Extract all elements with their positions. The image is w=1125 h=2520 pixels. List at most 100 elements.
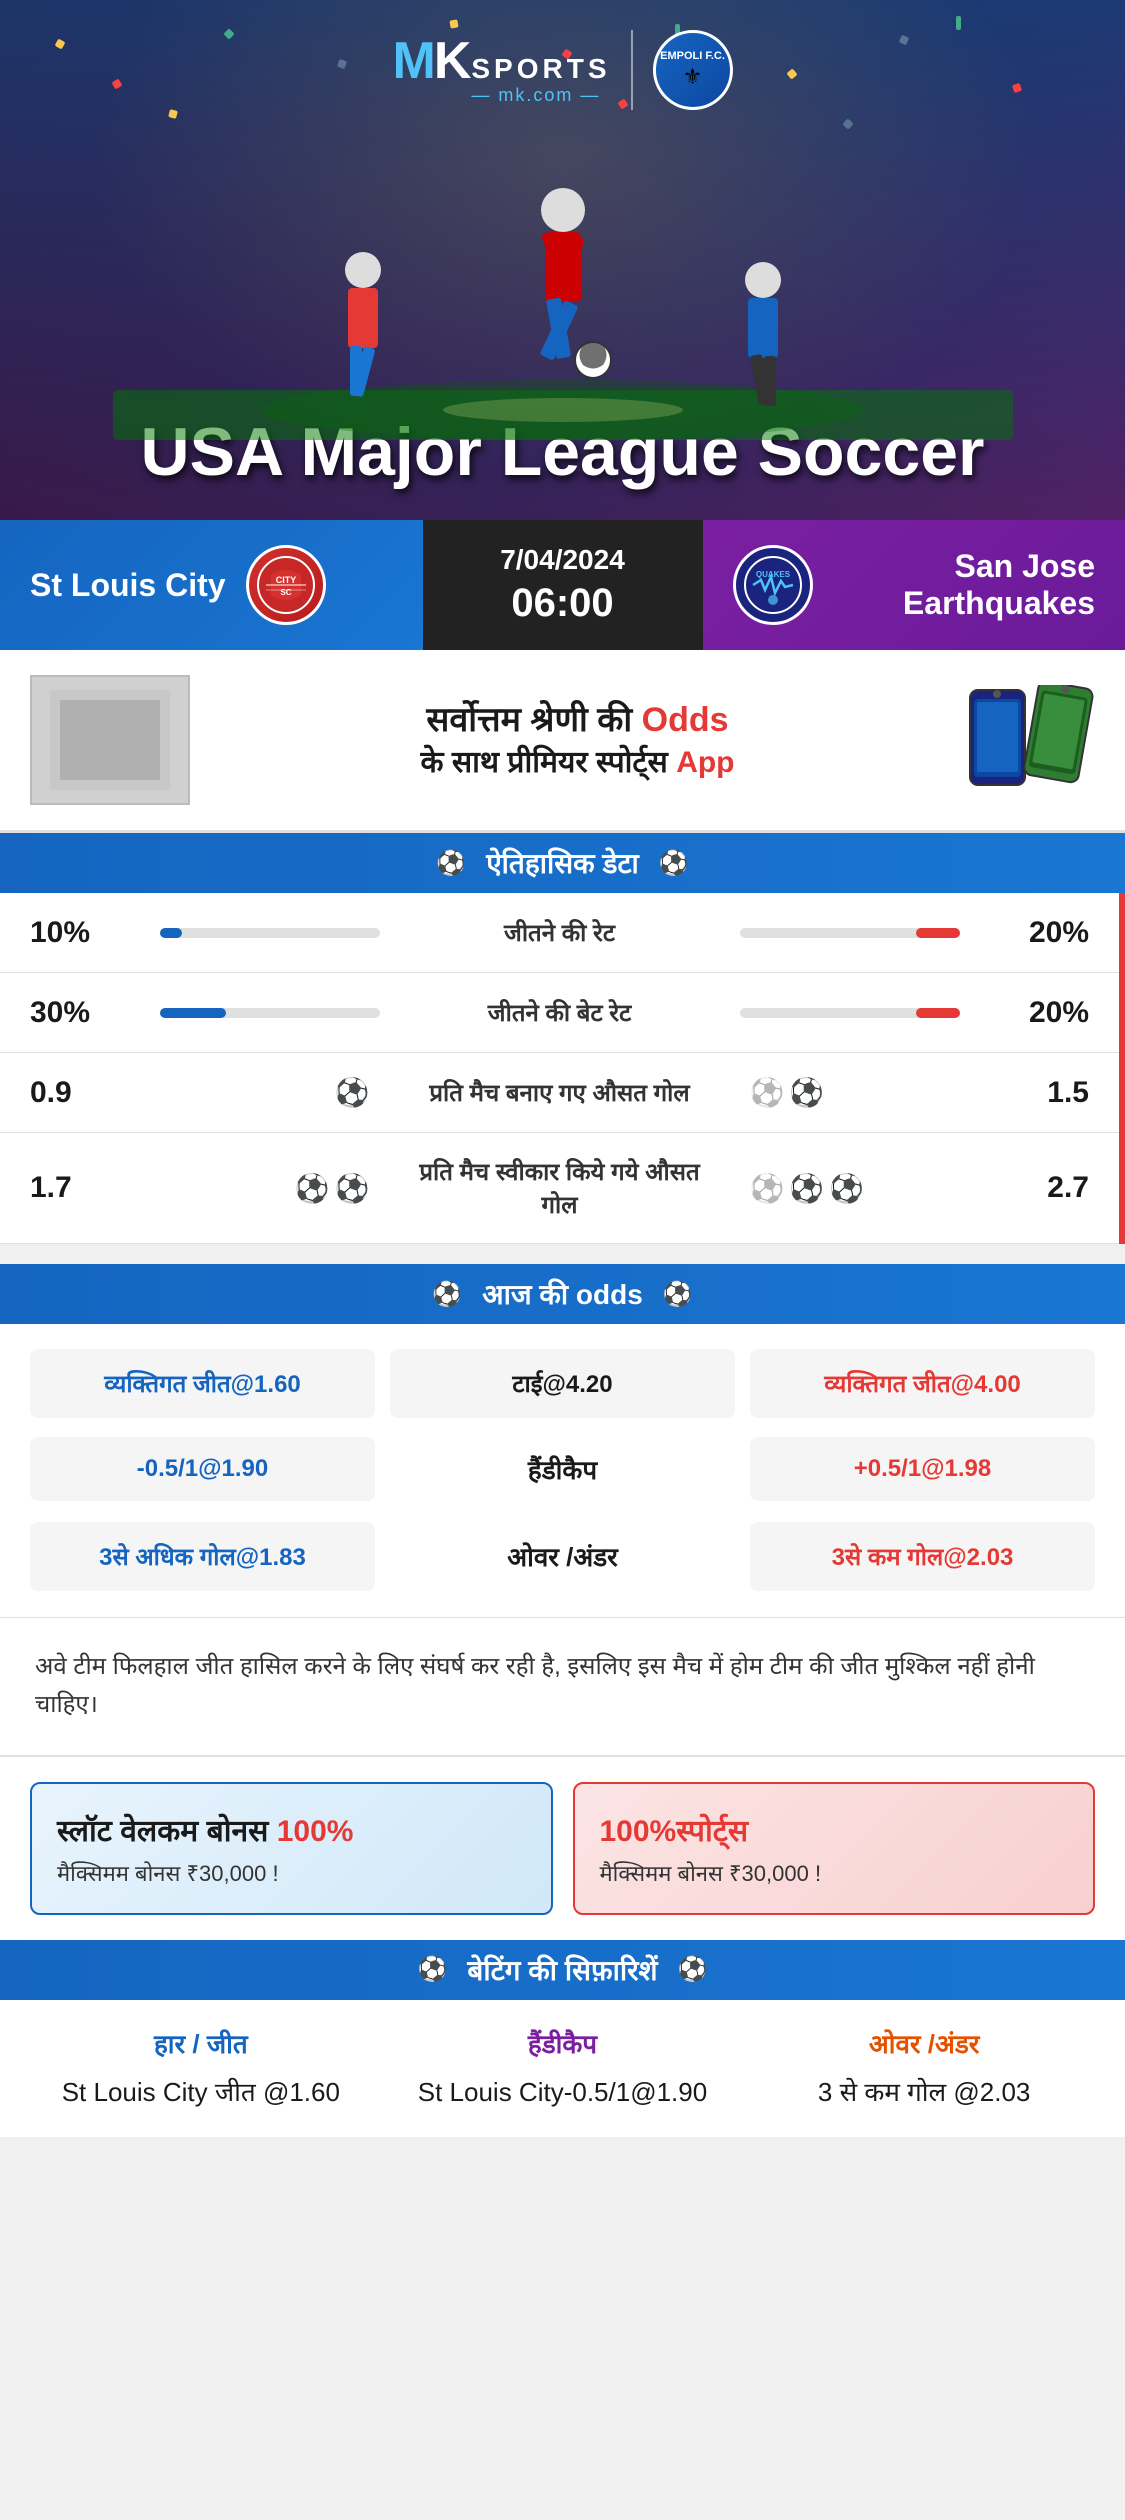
promo-banner[interactable]: सर्वोत्तम श्रेणी की Odds के साथ प्रीमियर… xyxy=(0,650,1125,833)
odds-cell-left-3[interactable]: 3से अधिक गोल@1.83 xyxy=(30,1522,375,1591)
betting-grid: हार / जीत St Louis City जीत @1.60 हैंडीक… xyxy=(0,2000,1125,2137)
analysis-paragraph: अवे टीम फिलहाल जीत हासिल करने के लिए संघ… xyxy=(35,1648,1090,1725)
match-time: 06:00 xyxy=(511,581,613,626)
bet-rate-fill-red xyxy=(916,1008,960,1018)
historical-data-section: 10% जीतने की रेट 20% 30% xyxy=(0,893,1125,1244)
odds-cell-left-1[interactable]: व्यक्तिगत जीत@1.60 xyxy=(30,1349,375,1418)
header-banner: MK SPORTS — mk.com — EMPOLI F.C. ⚜ xyxy=(0,0,1125,520)
svg-text:QUAKES: QUAKES xyxy=(755,570,790,579)
avg-conceded-left: 1.7 xyxy=(30,1171,110,1205)
bet-rate-bar-left xyxy=(110,1008,400,1018)
ball-icon-4: ⚽ xyxy=(335,1172,370,1205)
betting-section: हार / जीत St Louis City जीत @1.60 हैंडीक… xyxy=(0,2000,1125,2137)
odds-cell-right-1[interactable]: व्यक्तिगत जीत@4.00 xyxy=(750,1349,1095,1418)
partner-name: EMPOLI F.C. xyxy=(660,50,725,63)
red-accent-2 xyxy=(1119,973,1125,1053)
promo-text: सर्वोत्तम श्रेणी की Odds के साथ प्रीमियर… xyxy=(210,698,945,781)
sports-text: SPORTS xyxy=(471,53,610,85)
odds-cell-center-1: टाई@4.20 xyxy=(390,1349,735,1418)
team-left-section: St Louis City CITY SC xyxy=(0,520,423,650)
odds-cell-left-2[interactable]: -0.5/1@1.90 xyxy=(30,1437,375,1501)
betting-value-3: 3 से कम गोल @2.03 xyxy=(818,2073,1030,2112)
bet-rate-right: 20% xyxy=(1009,996,1089,1030)
odds-title: आज की odds xyxy=(482,1275,643,1313)
win-rate-right: 20% xyxy=(1009,916,1089,950)
avg-conceded-balls-right: ⚽ ⚽ ⚽ xyxy=(720,1172,1010,1205)
betting-col-2: हैंडीकैप St Louis City-0.5/1@1.90 xyxy=(392,2025,734,2112)
betting-value-2: St Louis City-0.5/1@1.90 xyxy=(418,2073,707,2112)
win-rate-label: जीतने की रेट xyxy=(400,916,720,949)
odds-soccer-icon-right: ⚽ xyxy=(663,1280,693,1309)
odds-soccer-icon-left: ⚽ xyxy=(432,1280,462,1309)
mk-text: MK xyxy=(392,35,469,87)
betting-soccer-icon-right: ⚽ xyxy=(678,1955,708,1984)
ball-icon-faded-1: ⚽ xyxy=(750,1076,785,1109)
betting-title: बेटिंग की सिफ़ारिशें xyxy=(467,1951,657,1989)
red-accent-4 xyxy=(1119,1133,1125,1244)
odds-label-3: ओवर /अंडर xyxy=(390,1520,735,1592)
historical-title: ऐतिहासिक डेटा xyxy=(486,844,639,882)
promo-subtitle: के साथ प्रीमियर स्पोर्ट्स App xyxy=(210,743,945,782)
ball-icon-faded-2: ⚽ xyxy=(750,1172,785,1205)
bonus-sports-title: 100%स्पोर्ट्स xyxy=(600,1809,1069,1850)
players-illustration xyxy=(0,90,1125,440)
odds-cell-right-3[interactable]: 3से कम गोल@2.03 xyxy=(750,1522,1095,1591)
bet-rate-row: 30% जीतने की बेट रेट 20% xyxy=(0,973,1119,1053)
team-left-name: St Louis City xyxy=(30,567,226,604)
avg-goals-row: 0.9 ⚽ प्रति मैच बनाए गए औसत गोल ⚽ ⚽ 1.5 xyxy=(0,1053,1119,1133)
avg-conceded-label: प्रति मैच स्वीकार किये गये औसत गोल xyxy=(400,1155,720,1221)
historical-section-header: ⚽ ऐतिहासिक डेटा ⚽ xyxy=(0,833,1125,893)
ball-icon-6: ⚽ xyxy=(829,1172,864,1205)
odds-grid: व्यक्तिगत जीत@1.60 टाई@4.20 व्यक्तिगत जी… xyxy=(0,1324,1125,1617)
bonus-card-slots[interactable]: स्लॉट वेलकम बोनस 100% मैक्सिमम बोनस ₹30,… xyxy=(30,1782,553,1915)
soccer-icon-left: ⚽ xyxy=(436,849,466,878)
win-rate-bar-left xyxy=(110,928,400,938)
team-right-section: QUAKES San Jose Earthquakes xyxy=(703,520,1125,650)
ball-icon-1: ⚽ xyxy=(335,1076,370,1109)
bet-rate-fill-blue xyxy=(160,1008,226,1018)
betting-col-3: ओवर /अंडर 3 से कम गोल @2.03 xyxy=(753,2025,1095,2112)
ball-icon-3: ⚽ xyxy=(295,1172,330,1205)
promo-image xyxy=(30,675,190,805)
bonus-slots-title: स्लॉट वेलकम बोनस 100% xyxy=(57,1809,526,1850)
avg-conceded-row: 1.7 ⚽ ⚽ प्रति मैच स्वीकार किये गये औसत ग… xyxy=(0,1133,1119,1244)
betting-type-1: हार / जीत xyxy=(154,2025,248,2061)
odds-section: व्यक्तिगत जीत@1.60 टाई@4.20 व्यक्तिगत जी… xyxy=(0,1324,1125,1617)
win-rate-fill-blue xyxy=(160,928,182,938)
bonus-section[interactable]: स्लॉट वेलकम बोनस 100% मैक्सिमम बोनस ₹30,… xyxy=(0,1755,1125,1940)
soccer-icon-right: ⚽ xyxy=(659,849,689,878)
betting-type-2: हैंडीकैप xyxy=(528,2025,597,2061)
win-rate-left: 10% xyxy=(30,916,110,950)
match-info-bar: St Louis City CITY SC 7/04/2024 06:00 xyxy=(0,520,1125,650)
betting-soccer-icon-left: ⚽ xyxy=(418,1955,448,1984)
bet-rate-label: जीतने की बेट रेट xyxy=(400,996,720,1029)
avg-goals-label: प्रति मैच बनाए गए औसत गोल xyxy=(400,1076,720,1109)
match-date: 7/04/2024 xyxy=(500,544,625,576)
team-right-name: San Jose Earthquakes xyxy=(833,548,1096,622)
odds-cell-right-2[interactable]: +0.5/1@1.98 xyxy=(750,1437,1095,1501)
betting-value-1: St Louis City जीत @1.60 xyxy=(62,2073,340,2112)
ball-icon-2: ⚽ xyxy=(789,1076,824,1109)
bonus-slots-sub: मैक्सिमम बोनस ₹30,000 ! xyxy=(57,1858,526,1888)
ball-icon-5: ⚽ xyxy=(789,1172,824,1205)
avg-conceded-right: 2.7 xyxy=(1009,1171,1089,1205)
team-left-badge: CITY SC xyxy=(246,545,326,625)
betting-wrapper: ⚽ बेटिंग की सिफ़ारिशें ⚽ हार / जीत St Lo… xyxy=(0,1940,1125,2137)
odds-wrapper: ⚽ आज की odds ⚽ व्यक्तिगत जीत@1.60 टाई@4.… xyxy=(0,1264,1125,1617)
svg-text:CITY: CITY xyxy=(275,575,296,585)
betting-type-3: ओवर /अंडर xyxy=(869,2025,980,2061)
match-center-info: 7/04/2024 06:00 xyxy=(423,520,703,650)
odds-section-header: ⚽ आज की odds ⚽ xyxy=(0,1264,1125,1324)
odds-label-2: हैंडीकैप xyxy=(390,1433,735,1505)
win-rate-bar-right xyxy=(720,928,1010,938)
avg-goals-balls-left: ⚽ xyxy=(110,1076,400,1109)
red-accent-3 xyxy=(1119,1053,1125,1133)
bonus-card-sports[interactable]: 100%स्पोर्ट्स मैक्सिमम बोनस ₹30,000 ! xyxy=(573,1782,1096,1915)
avg-goals-right: 1.5 xyxy=(1009,1076,1089,1110)
promo-phones xyxy=(965,685,1095,795)
red-accent-1 xyxy=(1119,893,1125,973)
win-rate-fill-red xyxy=(916,928,960,938)
bet-rate-bar-right xyxy=(720,1008,1010,1018)
betting-col-1: हार / जीत St Louis City जीत @1.60 xyxy=(30,2025,372,2112)
bonus-sports-sub: मैक्सिमम बोनस ₹30,000 ! xyxy=(600,1858,1069,1888)
